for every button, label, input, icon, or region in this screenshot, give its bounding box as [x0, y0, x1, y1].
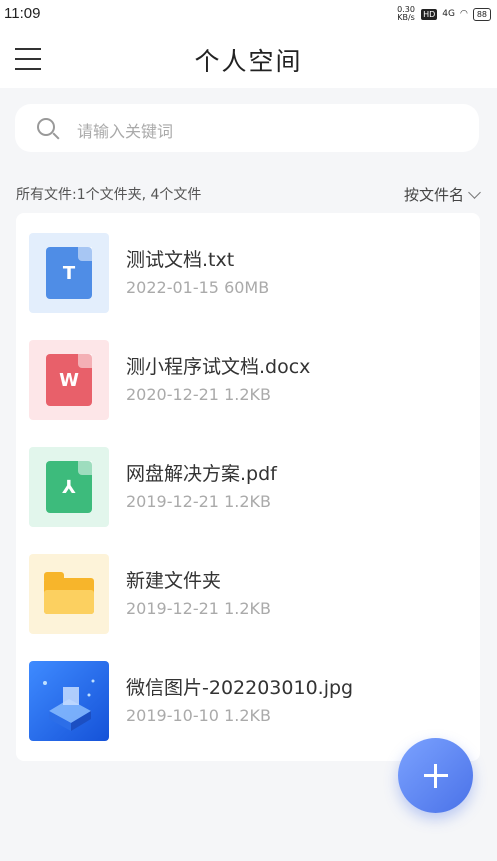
file-name: 测小程序试文档.docx	[126, 356, 311, 378]
pdf-file-icon: ⅄	[46, 461, 92, 513]
list-item[interactable]: T 测试文档.txt 2022-01-15 60MB	[16, 213, 480, 313]
sort-label: 按文件名	[403, 186, 464, 204]
file-list: T 测试文档.txt 2022-01-15 60MB W 测小程序试文档.doc…	[16, 213, 480, 761]
file-thumbnail: T	[29, 233, 109, 313]
file-name: 测试文档.txt	[126, 249, 235, 271]
word-file-icon: W	[46, 354, 92, 406]
app-header: 个人空间	[0, 30, 497, 88]
file-thumbnail	[29, 554, 109, 634]
status-icons: 0.30 KB/s HD 4G ◠ 88	[396, 6, 491, 22]
file-summary: 所有文件:1个文件夹, 4个文件	[16, 187, 202, 203]
file-meta: 2019-12-21 1.2KB	[126, 492, 271, 511]
list-item[interactable]: 微信图片-202203010.jpg 2019-10-10 1.2KB	[16, 641, 480, 741]
sort-button[interactable]: 按文件名	[403, 184, 481, 205]
hd-icon: HD	[421, 8, 438, 20]
status-time: 11:09	[4, 5, 41, 22]
file-thumbnail: W	[29, 340, 109, 420]
file-meta: 2019-12-21 1.2KB	[126, 599, 271, 618]
wifi-icon: ◠	[459, 9, 468, 19]
battery-icon: 88	[472, 7, 491, 21]
signal-icon: 4G	[442, 9, 455, 19]
page-title: 个人空间	[194, 47, 303, 76]
file-name: 微信图片-202203010.jpg	[126, 677, 354, 699]
file-meta: 2019-10-10 1.2KB	[126, 706, 271, 725]
file-name: 新建文件夹	[126, 570, 222, 592]
status-bar: 11:09 0.30 KB/s HD 4G ◠ 88	[0, 0, 497, 30]
txt-file-icon: T	[46, 247, 92, 299]
list-item[interactable]: ⅄ 网盘解决方案.pdf 2019-12-21 1.2KB	[16, 427, 480, 527]
file-meta: 2022-01-15 60MB	[126, 278, 270, 297]
list-item[interactable]: 新建文件夹 2019-12-21 1.2KB	[16, 534, 480, 634]
net-speed: 0.30 KB/s	[397, 5, 415, 22]
file-thumbnail: ⅄	[29, 447, 109, 527]
chevron-down-icon	[468, 186, 481, 199]
search-icon	[37, 118, 55, 136]
search-bar[interactable]: 请输入关键词	[15, 104, 479, 152]
folder-icon	[44, 572, 94, 614]
search-input[interactable]: 请输入关键词	[77, 118, 173, 142]
file-meta: 2020-12-21 1.2KB	[126, 385, 271, 404]
add-button[interactable]	[398, 738, 473, 813]
list-item[interactable]: W 测小程序试文档.docx 2020-12-21 1.2KB	[16, 320, 480, 420]
file-name: 网盘解决方案.pdf	[126, 463, 277, 485]
image-thumbnail	[29, 661, 109, 741]
